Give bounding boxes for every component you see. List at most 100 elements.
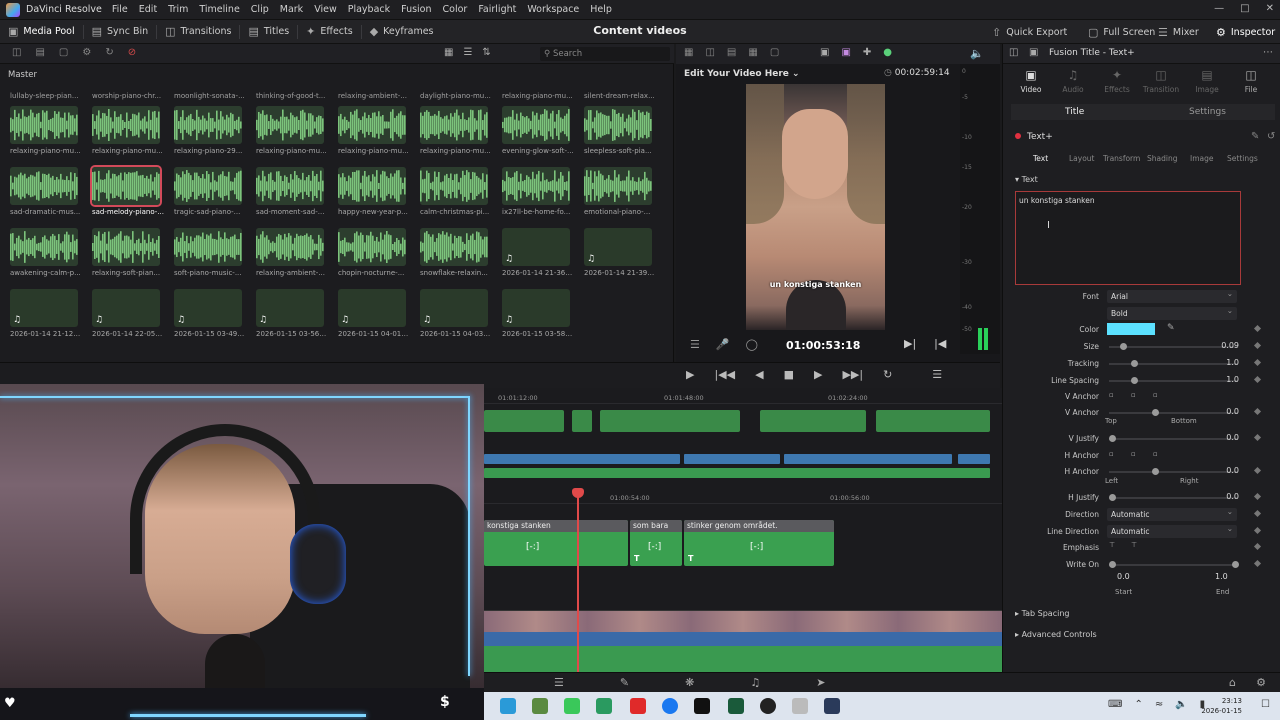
overview-audio-clip[interactable] [684, 454, 780, 464]
menu-file[interactable]: File [112, 4, 128, 15]
inspector-button[interactable]: ⚙ Inspector [1208, 20, 1280, 44]
media-clip[interactable]: ♫ 2026-01-15 04-01-... [338, 289, 410, 338]
menu-color[interactable]: Color [443, 4, 468, 15]
home-icon[interactable]: ⌂ [1229, 676, 1236, 689]
smart-bin-icon[interactable]: ⚙ [82, 47, 91, 58]
align-bottom-icon[interactable]: ▫ [1153, 391, 1158, 399]
transitions-button[interactable]: ◫ Transitions [157, 20, 239, 44]
sync-bin-button[interactable]: ▤ Sync Bin [84, 20, 157, 44]
mini-timeline-ruler[interactable]: 01:01:12:00 01:01:48:00 01:02:24:00 [484, 390, 1002, 404]
tab-file[interactable]: ◫ File [1229, 68, 1273, 94]
edge-icon[interactable] [500, 698, 516, 714]
thumbnail-view-icon[interactable]: ▦ [444, 47, 453, 58]
keyframe-icon[interactable] [1253, 509, 1262, 518]
media-clip[interactable]: tragic-sad-piano-... [174, 167, 242, 216]
text-section-header[interactable]: ▾ Text [1015, 175, 1038, 184]
media-clip[interactable]: sad-melody-piano-... [90, 165, 164, 216]
wifi-icon[interactable]: ≈ [1155, 699, 1163, 710]
line-direction-dropdown[interactable]: Automatic [1107, 522, 1237, 538]
underline-icon[interactable]: ⊤ [1131, 541, 1137, 549]
bin-list-icon[interactable]: ▤ [35, 47, 44, 58]
eyedropper-icon[interactable]: ✎ [1167, 323, 1175, 333]
layout-icon[interactable]: ▦ [748, 47, 757, 58]
media-clip[interactable]: chopin-nocturne-... [338, 228, 406, 277]
maximize-icon[interactable]: □ [1240, 3, 1249, 14]
menu-clip[interactable]: Clip [251, 4, 269, 15]
keyframe-icon[interactable] [1253, 358, 1262, 367]
grid-icon[interactable]: ▦ [684, 47, 693, 58]
ttab-transform[interactable]: Transform [1103, 154, 1140, 163]
overview-clip[interactable] [760, 410, 866, 432]
overview-clip[interactable] [572, 410, 592, 432]
playhead[interactable] [577, 492, 579, 672]
line-spacing-slider-knob[interactable] [1131, 377, 1139, 384]
fusion-page-icon[interactable]: ❋ [685, 676, 694, 689]
panel-toggle-icon[interactable]: ◫ [12, 47, 21, 58]
overview-clip[interactable] [876, 410, 990, 432]
media-clip[interactable]: ♫ 2026-01-15 04-03-... [420, 289, 492, 338]
align-middle-icon[interactable]: ▫ [1131, 391, 1136, 399]
media-clip[interactable]: sad-moment-sad-... [256, 167, 324, 216]
keyframe-icon[interactable] [1253, 407, 1262, 416]
menu-edit[interactable]: Edit [139, 4, 157, 15]
h-justify-value[interactable]: 0.0 [1205, 492, 1239, 504]
tab-video[interactable]: ▣ Video [1009, 68, 1053, 94]
playback-options-icon[interactable]: ◯ [746, 338, 758, 351]
advanced-controls-section[interactable]: ▸ Advanced Controls [1015, 630, 1097, 639]
title-clip[interactable]: konstiga stanken [-:] [484, 520, 628, 566]
tab-image[interactable]: ▤ Image [1185, 68, 1229, 94]
line-spacing-value[interactable]: 1.0 [1205, 375, 1239, 387]
ttab-settings[interactable]: Settings [1227, 154, 1258, 163]
audio-track[interactable] [484, 632, 1002, 646]
new-bin-icon[interactable]: ▢ [59, 47, 68, 58]
keyframe-icon[interactable] [1253, 526, 1262, 535]
media-clip[interactable]: relaxing-piano-29... [174, 106, 242, 155]
style-dropdown[interactable]: Bold [1107, 304, 1237, 320]
v-justify-slider-knob[interactable] [1109, 435, 1116, 442]
cut-page-icon[interactable]: ☰ [554, 676, 564, 689]
keyframe-icon[interactable] [1253, 433, 1262, 442]
title-clip[interactable]: som bara [-:] T [630, 520, 682, 566]
keyframe-icon[interactable] [1253, 466, 1262, 475]
zoom-icon[interactable]: ▣ [820, 47, 829, 58]
tab-spacing-section[interactable]: ▸ Tab Spacing [1015, 609, 1069, 618]
media-clip[interactable]: relaxing-piano-mu... [10, 106, 81, 155]
media-clip[interactable]: ♫ 2026-01-15 03-56-... [256, 289, 328, 338]
quick-export-button[interactable]: ⇧ Quick Export [984, 20, 1075, 44]
keyframe-icon[interactable] [1253, 559, 1262, 568]
reset-icon[interactable]: ↺ [1267, 131, 1275, 142]
tracking-value[interactable]: 1.0 [1205, 358, 1239, 370]
write-on-end-value[interactable]: 1.0 [1215, 572, 1228, 581]
keyframe-icon[interactable] [1253, 492, 1262, 501]
close-icon[interactable]: ✕ [1266, 3, 1274, 14]
unlink-icon[interactable]: ⊘ [128, 47, 136, 58]
media-clip[interactable]: ♫ 2026-01-14 21-12-... [10, 289, 82, 338]
tiktok-icon[interactable] [694, 698, 710, 714]
tab-audio[interactable]: ♫ Audio [1051, 68, 1095, 94]
deliver-page-icon[interactable]: ➤ [816, 676, 825, 689]
expand-icon[interactable]: ▣ [1029, 47, 1038, 58]
whatsapp-icon[interactable] [596, 698, 612, 714]
direction-dropdown[interactable]: Automatic [1107, 505, 1237, 521]
edit-in-fusion-icon[interactable]: ✎ [1251, 131, 1259, 142]
write-on-start-knob[interactable] [1109, 561, 1116, 568]
v-justify-value[interactable]: 0.0 [1205, 433, 1239, 445]
align-right-icon[interactable]: ▫ [1153, 450, 1158, 458]
overview-clip[interactable] [600, 410, 740, 432]
menu-fairlight[interactable]: Fairlight [478, 4, 516, 15]
v-anchor-value[interactable]: 0.0 [1205, 407, 1239, 419]
media-clip[interactable]: ♫ 2026-01-15 03-58-... [502, 289, 574, 338]
media-clip[interactable]: soft-piano-music-... [174, 228, 242, 277]
font-dropdown[interactable]: Arial [1107, 287, 1237, 303]
write-on-end-knob[interactable] [1232, 561, 1239, 568]
stop-icon[interactable]: ■ [784, 368, 794, 381]
keyframe-icon[interactable] [1253, 542, 1262, 551]
media-clip[interactable]: relaxing-piano-mu... [420, 106, 491, 155]
mixer-button[interactable]: ☰ Mixer [1150, 20, 1207, 44]
fairlight-page-icon[interactable]: ♫ [750, 676, 760, 689]
media-clip[interactable]: relaxing-ambient-... [256, 228, 325, 277]
media-clip[interactable]: happy-new-year-p... [338, 167, 408, 216]
ttab-layout[interactable]: Layout [1069, 154, 1095, 163]
list-view-icon[interactable]: ☰ [463, 47, 472, 58]
chrome-icon[interactable] [564, 698, 580, 714]
